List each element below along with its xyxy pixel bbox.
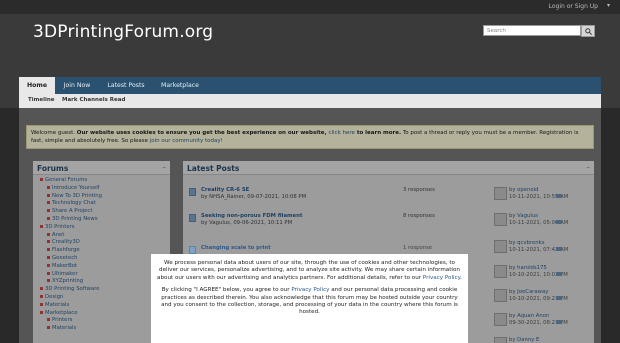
subnav-timeline[interactable]: Timeline <box>28 97 55 103</box>
tab-join-now[interactable]: Join Now <box>56 77 98 94</box>
search-icon <box>585 28 592 35</box>
consent-paragraph-2: By clicking "I AGREE" below, you agree t… <box>157 287 462 317</box>
cookie-consent-dialog: We process personal data about users of … <box>151 254 468 343</box>
subnav-mark-channels-read[interactable]: Mark Channels Read <box>62 97 125 103</box>
post-title[interactable]: Changing scale to print <box>201 245 271 251</box>
privacy-policy-link[interactable]: Privacy Policy <box>423 275 460 281</box>
consent-text-1: We process personal data about users of … <box>157 260 460 281</box>
consent-text-2a: By clicking "I AGREE" below, you agree t… <box>161 287 292 294</box>
consent-text-1-end: . <box>460 274 462 281</box>
chevron-down-icon[interactable]: ▾ <box>607 2 610 9</box>
login-signup-link[interactable]: Login or Sign Up <box>549 3 598 10</box>
consent-paragraph-1: We process personal data about users of … <box>157 260 462 282</box>
thread-icon <box>189 246 196 254</box>
privacy-policy-link-2[interactable]: Privacy Policy <box>291 287 329 293</box>
search-button[interactable] <box>581 25 595 37</box>
tab-latest-posts[interactable]: Latest Posts <box>99 77 153 94</box>
tab-home[interactable]: Home <box>19 77 55 94</box>
post-responses: 1 response <box>403 245 433 251</box>
main-nav: Home Join Now Latest Posts Marketplace <box>19 77 601 94</box>
tab-marketplace[interactable]: Marketplace <box>154 77 206 94</box>
search-input[interactable]: Search <box>483 25 581 36</box>
top-bar: Login or Sign Up ▾ <box>0 0 620 14</box>
site-logo[interactable]: 3DPrintingForum.org <box>33 22 213 42</box>
sub-nav: Timeline Mark Channels Read <box>19 94 601 108</box>
search-placeholder: Search <box>487 28 506 34</box>
